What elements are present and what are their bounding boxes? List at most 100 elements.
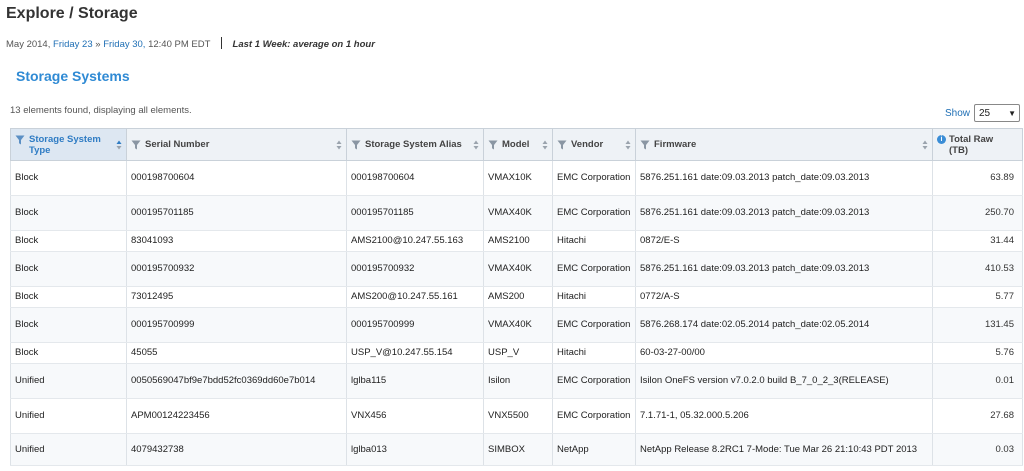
cell-model: AMS2100: [483, 230, 553, 252]
cell-vendor: Hitachi: [552, 342, 636, 364]
cell-vendor: EMC Corporation: [552, 307, 636, 343]
column-header-label: Model: [502, 139, 530, 150]
table-row[interactable]: Block 000198700604 000198700604 VMAX10K EMC …: [10, 160, 1023, 196]
elements-found-text: 13 elements found, displaying all elemen…: [10, 105, 192, 116]
filter-icon[interactable]: [640, 140, 650, 150]
sort-icon[interactable]: [473, 140, 479, 150]
column-header-type[interactable]: Storage System Type: [10, 128, 127, 161]
cell-alias: lglba013: [346, 433, 484, 466]
cell-total-raw: 131.45: [932, 307, 1023, 343]
cell-alias: USP_V@10.247.55.154: [346, 342, 484, 364]
cell-model: VMAX40K: [483, 251, 553, 287]
table-row[interactable]: Block 73012495 AMS200@10.247.55.161 AMS200 H…: [10, 286, 1023, 308]
cell-firmware: Isilon OneFS version v7.0.2.0 build B_7_…: [635, 363, 933, 399]
column-header-alias[interactable]: Storage System Alias: [346, 128, 484, 161]
date-to-link[interactable]: Friday 30,: [103, 39, 145, 50]
cell-type: Block: [10, 251, 127, 287]
cell-alias: 000195700932: [346, 251, 484, 287]
info-icon[interactable]: i: [937, 134, 946, 144]
cell-firmware: 60-03-27-00/00: [635, 342, 933, 364]
storage-systems-table: Storage System Type Serial Number Storage …: [10, 128, 1023, 466]
cell-model: Isilon: [483, 363, 553, 399]
table-row[interactable]: Block 000195701185 000195701185 VMAX40K EMC …: [10, 195, 1023, 231]
sort-icon[interactable]: [922, 140, 928, 150]
column-header-label: Firmware: [654, 139, 697, 150]
cell-total-raw: 0.01: [932, 363, 1023, 399]
date-from-link[interactable]: Friday 23: [53, 39, 93, 50]
sort-icon[interactable]: [625, 140, 631, 150]
column-header-firmware[interactable]: Firmware: [635, 128, 933, 161]
sort-icon[interactable]: [542, 140, 548, 150]
cell-firmware: 5876.251.161 date:09.03.2013 patch_date:…: [635, 195, 933, 231]
column-header-serial-number[interactable]: Serial Number: [126, 128, 347, 161]
cell-alias: 000198700604: [346, 160, 484, 196]
table-row[interactable]: Unified 0050569047bf9e7bdd52fc0369dd60e7b…: [10, 363, 1023, 399]
cell-alias: AMS200@10.247.55.161: [346, 286, 484, 308]
column-header-vendor[interactable]: Vendor: [552, 128, 636, 161]
cell-serial-number: 0050569047bf9e7bdd52fc0369dd60e7b014: [126, 363, 347, 399]
table-row[interactable]: Block 45055 USP_V@10.247.55.154 USP_V Hitach…: [10, 342, 1023, 364]
cell-total-raw: 31.44: [932, 230, 1023, 252]
cell-vendor: NetApp: [552, 433, 636, 466]
cell-vendor: Hitachi: [552, 230, 636, 252]
date-range-line: May 2014, Friday 23 » Friday 30, 12:40 P…: [6, 37, 375, 50]
cell-alias: 000195700999: [346, 307, 484, 343]
cell-model: VMAX40K: [483, 307, 553, 343]
table-row[interactable]: Block 83041093 AMS2100@10.247.55.163 AMS210…: [10, 230, 1023, 252]
cell-total-raw: 27.68: [932, 398, 1023, 434]
cell-type: Block: [10, 286, 127, 308]
time-range-label[interactable]: Last 1 Week: average on 1 hour: [233, 39, 375, 50]
cell-type: Unified: [10, 363, 127, 399]
page-size-select[interactable]: 25 ▼: [974, 104, 1020, 122]
cell-alias: VNX456: [346, 398, 484, 434]
filter-icon[interactable]: [15, 135, 25, 145]
cell-serial-number: 000198700604: [126, 160, 347, 196]
page-title: Explore / Storage: [6, 5, 138, 22]
cell-vendor: EMC Corporation: [552, 398, 636, 434]
cell-firmware: 5876.251.161 date:09.03.2013 patch_date:…: [635, 160, 933, 196]
sort-icon[interactable]: [336, 140, 342, 150]
show-label: Show: [944, 107, 970, 119]
table-row[interactable]: Block 000195700932 000195700932 VMAX40K EMC …: [10, 251, 1023, 287]
cell-firmware: 5876.251.161 date:09.03.2013 patch_date:…: [635, 251, 933, 287]
column-header-total-raw[interactable]: i Total Raw (TB): [932, 128, 1023, 161]
column-header-model[interactable]: Model: [483, 128, 553, 161]
table-row[interactable]: Unified 4079432738 lglba013 SIMBOX NetApp Net…: [10, 433, 1023, 466]
cell-alias: AMS2100@10.247.55.163: [346, 230, 484, 252]
date-month-year: May 2014,: [6, 39, 51, 50]
date-time: 12:40 PM EDT: [148, 39, 211, 50]
table-row[interactable]: Block 000195700999 000195700999 VMAX40K EMC …: [10, 307, 1023, 343]
page-size-value: 25: [979, 107, 991, 119]
cell-firmware: NetApp Release 8.2RC1 7-Mode: Tue Mar 26…: [635, 433, 933, 466]
column-header-label: Storage System Type: [29, 133, 101, 156]
page-size-control: Show 25 ▼: [945, 104, 1020, 122]
cell-firmware: 7.1.71-1, 05.32.000.5.206: [635, 398, 933, 434]
cell-type: Unified: [10, 398, 127, 434]
filter-icon[interactable]: [557, 140, 567, 150]
table-body: Block 000198700604 000198700604 VMAX10K EMC …: [10, 160, 1023, 466]
cell-type: Block: [10, 307, 127, 343]
cell-model: SIMBOX: [483, 433, 553, 466]
cell-model: USP_V: [483, 342, 553, 364]
sort-icon[interactable]: [116, 140, 122, 150]
filter-icon[interactable]: [488, 140, 498, 150]
cell-vendor: EMC Corporation: [552, 363, 636, 399]
cell-firmware: 0872/E-S: [635, 230, 933, 252]
cell-serial-number: 000195700999: [126, 307, 347, 343]
cell-type: Block: [10, 160, 127, 196]
section-title: Storage Systems: [16, 68, 130, 84]
column-header-label: Serial Number: [145, 139, 210, 150]
cell-serial-number: APM00124223456: [126, 398, 347, 434]
table-row[interactable]: Unified APM00124223456 VNX456 VNX5500 EMC Co…: [10, 398, 1023, 434]
cell-alias: lglba115: [346, 363, 484, 399]
filter-icon[interactable]: [131, 140, 141, 150]
cell-vendor: EMC Corporation: [552, 160, 636, 196]
cell-total-raw: 63.89: [932, 160, 1023, 196]
cell-type: Unified: [10, 433, 127, 466]
date-separator: [220, 37, 222, 49]
cell-firmware: 5876.268.174 date:02.05.2014 patch_date:…: [635, 307, 933, 343]
filter-icon[interactable]: [351, 140, 361, 150]
cell-model: AMS200: [483, 286, 553, 308]
table-header-row: Storage System Type Serial Number Storage …: [10, 128, 1023, 161]
cell-serial-number: 45055: [126, 342, 347, 364]
